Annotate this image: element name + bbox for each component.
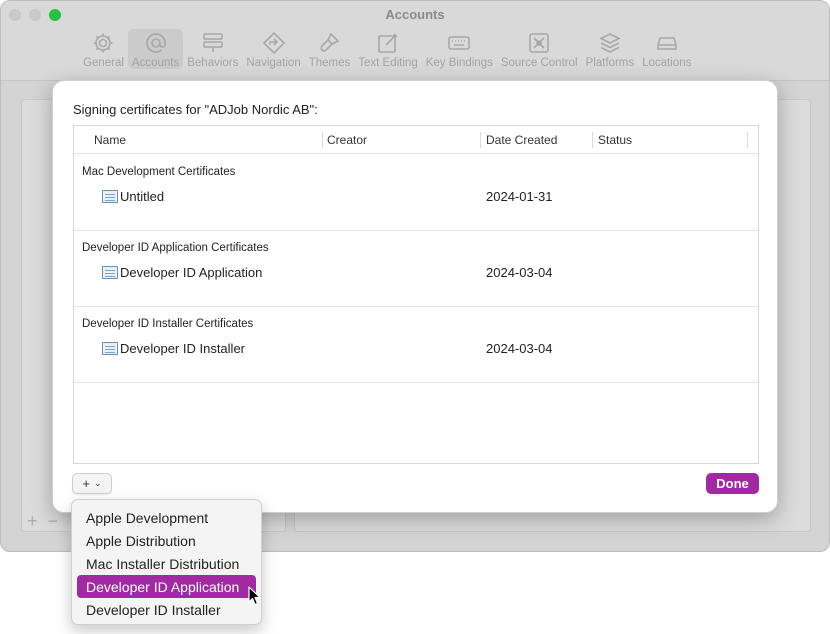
column-header-status[interactable]: Status bbox=[598, 133, 632, 147]
group-label: Developer ID Application Certificates bbox=[82, 242, 269, 254]
toolbar-platforms[interactable]: Platforms bbox=[582, 29, 639, 69]
certificate-name[interactable]: Developer ID Installer bbox=[120, 341, 245, 356]
toolbar-accounts[interactable]: Accounts bbox=[127, 29, 184, 69]
certificates-table: Name Creator Date Created Status Mac Dev… bbox=[73, 125, 759, 464]
done-button[interactable]: Done bbox=[706, 473, 759, 494]
window-titlebar: Accounts General Accounts Behaviors Navi… bbox=[1, 1, 829, 81]
behaviors-icon bbox=[202, 33, 223, 52]
source-control-icon bbox=[529, 33, 550, 53]
gear-icon bbox=[93, 33, 113, 53]
at-icon bbox=[145, 33, 166, 53]
certificate-name[interactable]: Developer ID Application bbox=[120, 265, 262, 280]
certificate-icon bbox=[102, 342, 118, 355]
menu-item-developer-id-installer[interactable]: Developer ID Installer bbox=[77, 598, 256, 621]
certificate-group: Mac Development Certificates Untitled 20… bbox=[74, 155, 758, 231]
certificate-group: Developer ID Application Certificates De… bbox=[74, 231, 758, 307]
toolbar-source-control[interactable]: Source Control bbox=[497, 29, 582, 69]
column-header-name[interactable]: Name bbox=[94, 133, 126, 147]
toolbar-key-bindings[interactable]: Key Bindings bbox=[422, 29, 497, 69]
bg-add-remove-icon: + − bbox=[27, 511, 59, 531]
menu-item-apple-distribution[interactable]: Apple Distribution bbox=[77, 529, 256, 552]
keyboard-icon bbox=[448, 36, 471, 50]
navigation-icon bbox=[262, 31, 285, 55]
chevron-down-icon: ⌄ bbox=[94, 478, 102, 488]
toolbar-themes[interactable]: Themes bbox=[305, 29, 355, 69]
sheet-title: Signing certificates for "ADJob Nordic A… bbox=[73, 102, 318, 117]
signing-certificates-sheet: Signing certificates for "ADJob Nordic A… bbox=[52, 80, 778, 513]
toolbar-text-editing[interactable]: Text Editing bbox=[354, 29, 421, 69]
certificate-date: 2024-01-31 bbox=[486, 189, 553, 204]
group-label: Mac Development Certificates bbox=[82, 166, 236, 178]
window-title: Accounts bbox=[385, 7, 445, 22]
column-separator[interactable] bbox=[592, 132, 593, 148]
toolbar-general[interactable]: General bbox=[79, 29, 128, 69]
certificate-date: 2024-03-04 bbox=[486, 341, 553, 356]
column-header-creator[interactable]: Creator bbox=[327, 133, 367, 147]
certificate-name[interactable]: Untitled bbox=[120, 189, 164, 204]
column-separator[interactable] bbox=[480, 132, 481, 148]
certificate-date: 2024-03-04 bbox=[486, 265, 553, 280]
mouse-pointer-icon bbox=[248, 586, 261, 606]
certificate-icon bbox=[102, 190, 118, 203]
plus-icon: + bbox=[82, 476, 91, 491]
table-header: Name Creator Date Created Status bbox=[74, 126, 758, 154]
menu-item-apple-development[interactable]: Apple Development bbox=[77, 506, 256, 529]
certificate-group: Developer ID Installer Certificates Deve… bbox=[74, 307, 758, 383]
menu-item-mac-installer-distribution[interactable]: Mac Installer Distribution bbox=[77, 552, 256, 575]
column-separator[interactable] bbox=[747, 132, 748, 148]
certificate-icon bbox=[102, 266, 118, 279]
column-separator[interactable] bbox=[322, 132, 323, 148]
toolbar-locations[interactable]: Locations bbox=[638, 29, 695, 69]
add-certificate-button[interactable]: + ⌄ bbox=[72, 473, 112, 494]
drive-icon bbox=[656, 37, 677, 50]
toolbar-navigation[interactable]: Navigation bbox=[242, 29, 304, 69]
preferences-toolbar: General Accounts Behaviors Navigation Th… bbox=[79, 29, 695, 69]
layers-icon bbox=[599, 33, 621, 53]
pencil-square-icon bbox=[378, 33, 398, 53]
toolbar-behaviors[interactable]: Behaviors bbox=[183, 29, 242, 69]
add-certificate-menu: Apple Development Apple Distribution Mac… bbox=[71, 499, 262, 625]
column-header-date-created[interactable]: Date Created bbox=[486, 133, 557, 147]
group-label: Developer ID Installer Certificates bbox=[82, 318, 254, 330]
menu-item-developer-id-application[interactable]: Developer ID Application bbox=[77, 575, 256, 598]
brush-icon bbox=[320, 32, 340, 52]
